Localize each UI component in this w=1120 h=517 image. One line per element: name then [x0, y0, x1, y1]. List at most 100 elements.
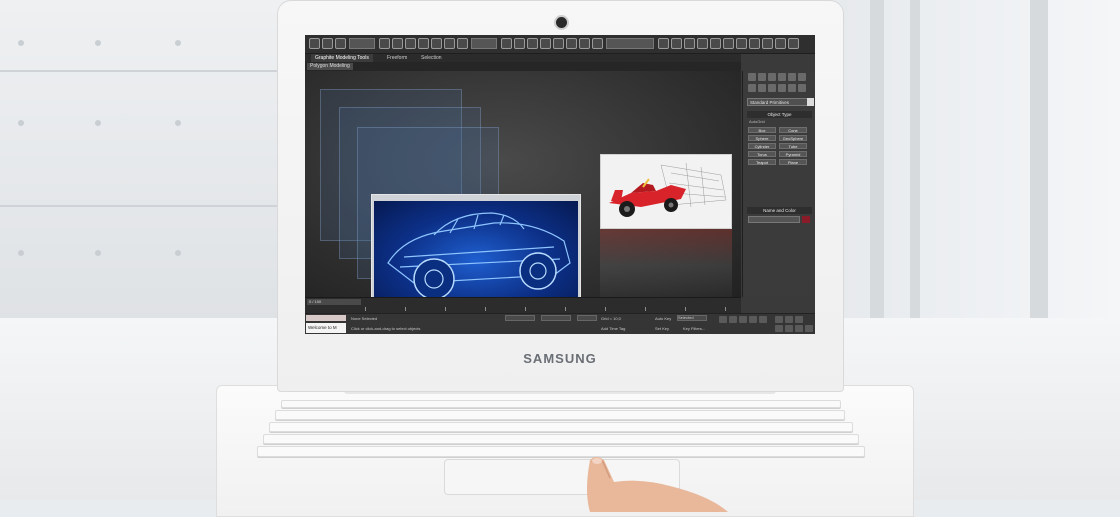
torus-button[interactable]: Torus [748, 151, 776, 157]
cylinder-button[interactable]: Cylinder [748, 143, 776, 149]
scale-icon[interactable] [457, 38, 468, 49]
box-button[interactable]: Box [748, 127, 776, 133]
object-color-swatch[interactable] [802, 216, 810, 223]
spinner-snap-icon[interactable] [579, 38, 590, 49]
key-mode-selected-dropdown[interactable]: Selected [677, 315, 707, 321]
snap-toggle-icon[interactable] [540, 38, 551, 49]
object-name-input[interactable] [748, 216, 800, 223]
geosphere-button[interactable]: GeoSphere [779, 135, 807, 141]
link-icon[interactable] [335, 38, 346, 49]
utilities-tab-icon[interactable] [798, 73, 806, 81]
motion-tab-icon[interactable] [778, 73, 786, 81]
cone-button[interactable]: Cone [779, 127, 807, 133]
orbit-icon[interactable] [795, 325, 803, 332]
maxscript-mini-listener[interactable]: Welcome to M [306, 323, 346, 333]
zoom-all-icon[interactable] [785, 316, 793, 323]
angle-snap-icon[interactable] [553, 38, 564, 49]
plane-button[interactable]: Plane [779, 159, 807, 165]
sphere-button[interactable]: Sphere [748, 135, 776, 141]
wireframe-car [387, 212, 571, 300]
perspective-viewport[interactable] [305, 71, 741, 312]
tab-freeform[interactable]: Freeform [383, 54, 411, 62]
edit-named-selection-icon[interactable] [592, 38, 603, 49]
keyboard-shortcut-icon[interactable] [527, 38, 538, 49]
next-frame-icon[interactable] [749, 316, 757, 323]
align-icon[interactable] [671, 38, 682, 49]
space-warps-icon[interactable] [798, 84, 806, 92]
autogrid-checkbox[interactable]: AutoGrid [749, 119, 789, 125]
select-object-icon[interactable] [379, 38, 390, 49]
percent-snap-icon[interactable] [566, 38, 577, 49]
undo-icon[interactable] [309, 38, 320, 49]
play-icon[interactable] [739, 316, 747, 323]
add-time-tag-button[interactable]: Add Time Tag [601, 326, 625, 331]
tube-button[interactable]: Tube [779, 143, 807, 149]
named-selection-dropdown[interactable] [606, 38, 654, 49]
selection-filter-dropdown[interactable] [349, 38, 375, 49]
render-setup-icon[interactable] [749, 38, 760, 49]
time-slider-track[interactable]: 0 / 100 [305, 297, 741, 314]
x-coordinate-field[interactable] [505, 315, 535, 321]
go-to-start-icon[interactable] [719, 316, 727, 323]
modify-tab-icon[interactable] [758, 73, 766, 81]
blue-car-render-window[interactable] [371, 194, 581, 312]
pyramid-button[interactable]: Pyramid [779, 151, 807, 157]
tab-selection[interactable]: Selection [417, 54, 446, 62]
mirror-icon[interactable] [658, 38, 669, 49]
time-slider[interactable]: 0 / 100 [307, 299, 361, 305]
select-by-name-icon[interactable] [392, 38, 403, 49]
tab-graphite-modeling-tools[interactable]: Graphite Modeling Tools [311, 54, 373, 62]
render-production-icon[interactable] [775, 38, 786, 49]
object-type-rollout[interactable]: Object Type [747, 111, 812, 118]
y-coordinate-field[interactable] [541, 315, 571, 321]
rectangle-select-icon[interactable] [405, 38, 416, 49]
curve-editor-icon[interactable] [710, 38, 721, 49]
move-icon[interactable] [431, 38, 442, 49]
pivot-icon[interactable] [501, 38, 512, 49]
wall-seam [0, 70, 300, 72]
key-filters-button[interactable]: Key Filters... [683, 326, 705, 331]
function-key-row [281, 400, 841, 408]
material-editor-icon[interactable] [736, 38, 747, 49]
helpers-icon[interactable] [788, 84, 796, 92]
reference-coordinate-dropdown[interactable] [471, 38, 497, 49]
primitive-type-dropdown[interactable]: Standard Primitives [747, 98, 814, 106]
set-key-button[interactable]: Set Key [655, 326, 669, 331]
window-crossing-icon[interactable] [418, 38, 429, 49]
auto-key-button[interactable]: Auto Key [655, 316, 671, 321]
number-key-row [275, 410, 845, 420]
create-tab-icon[interactable] [748, 73, 756, 81]
name-and-color-rollout[interactable]: Name and Color [747, 207, 812, 214]
schematic-view-icon[interactable] [723, 38, 734, 49]
tab-polygon-modeling[interactable]: Polygon Modeling [307, 63, 353, 70]
teapot-button[interactable]: Teapot [748, 159, 776, 165]
timeline-tick [445, 307, 446, 311]
graphite-tools-icon[interactable] [697, 38, 708, 49]
maximize-viewport-icon[interactable] [805, 325, 813, 332]
go-to-end-icon[interactable] [759, 316, 767, 323]
race-car-render-window[interactable] [600, 154, 732, 229]
select-manipulate-icon[interactable] [514, 38, 525, 49]
cameras-icon[interactable] [778, 84, 786, 92]
render-iterative-icon[interactable] [788, 38, 799, 49]
zoom-extents-icon[interactable] [795, 316, 803, 323]
timeline-tick [365, 307, 366, 311]
geometry-icon[interactable] [748, 84, 756, 92]
redo-icon[interactable] [322, 38, 333, 49]
layer-manager-icon[interactable] [684, 38, 695, 49]
shapes-icon[interactable] [758, 84, 766, 92]
grid-size: Grid = 10,0 [601, 316, 621, 321]
zoom-icon[interactable] [775, 316, 783, 323]
rendered-frame-icon[interactable] [762, 38, 773, 49]
previous-frame-icon[interactable] [729, 316, 737, 323]
race-car-render [601, 155, 731, 228]
display-tab-icon[interactable] [788, 73, 796, 81]
ribbon-tab-bar: Graphite Modeling Tools Freeform Selecti… [305, 54, 741, 62]
z-coordinate-field[interactable] [577, 315, 597, 321]
maxscript-listener-toggle[interactable] [306, 315, 346, 321]
rotate-icon[interactable] [444, 38, 455, 49]
hierarchy-tab-icon[interactable] [768, 73, 776, 81]
field-of-view-icon[interactable] [775, 325, 783, 332]
lights-icon[interactable] [768, 84, 776, 92]
pan-icon[interactable] [785, 325, 793, 332]
